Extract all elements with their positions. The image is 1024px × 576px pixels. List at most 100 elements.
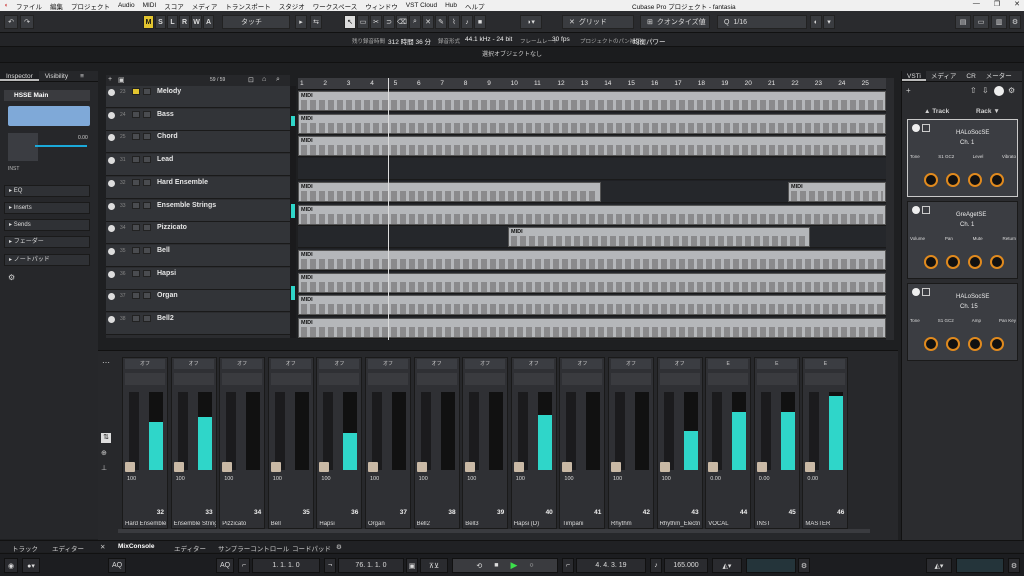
- track-mute-button[interactable]: [132, 246, 140, 254]
- minimize-icon[interactable]: —: [973, 0, 980, 8]
- menu-help[interactable]: ヘルプ: [461, 1, 489, 11]
- primary-time-display[interactable]: 4. 4. 3. 19: [576, 558, 646, 573]
- menu-media[interactable]: メディア: [188, 1, 222, 11]
- split-tool-icon[interactable]: ✂: [370, 15, 382, 29]
- midi-part[interactable]: MIDI: [788, 181, 886, 202]
- collapse-up-icon[interactable]: ⇧: [970, 86, 977, 95]
- menu-window[interactable]: ウィンドウ: [361, 1, 402, 11]
- inspector-track-name[interactable]: HSSE Main: [4, 90, 90, 101]
- close-tab-icon[interactable]: ✕: [100, 543, 105, 551]
- record-icon[interactable]: ○: [529, 562, 533, 569]
- instrument-name[interactable]: GreAgetSE: [956, 212, 986, 218]
- track-mute-button[interactable]: [132, 201, 140, 209]
- mixer-link-icon[interactable]: ⇅: [101, 433, 111, 443]
- channel-volume[interactable]: 100: [321, 476, 330, 482]
- channel-name[interactable]: Ensemble String: [174, 521, 216, 527]
- quick-control-knob[interactable]: [924, 337, 938, 351]
- channel-fader[interactable]: [517, 392, 528, 470]
- track-row[interactable]: 32 Hard Ensemble: [106, 176, 290, 199]
- track-edit-icon[interactable]: [108, 293, 115, 301]
- track-mute-button[interactable]: [132, 133, 140, 141]
- channel-fader[interactable]: [566, 392, 577, 470]
- channel-name[interactable]: Bell3: [465, 521, 507, 527]
- track-edit-icon[interactable]: [108, 225, 115, 233]
- midi-part[interactable]: MIDI: [298, 295, 886, 316]
- channel-name[interactable]: VOCAL: [708, 521, 750, 527]
- left-locator-icon[interactable]: ⌐: [238, 558, 250, 573]
- channel-volume[interactable]: 0.00: [807, 476, 818, 482]
- midi-part[interactable]: MIDI: [298, 249, 886, 270]
- track-edit-icon[interactable]: [108, 202, 115, 210]
- autoquantize-button[interactable]: AQ: [108, 558, 126, 573]
- track-search-icon[interactable]: ⌕: [276, 76, 280, 84]
- track-row[interactable]: 24 Bass: [106, 108, 290, 131]
- add-track-icon[interactable]: +: [108, 76, 112, 83]
- quick-control-knob[interactable]: [968, 337, 982, 351]
- inspector-volume-fader[interactable]: [35, 145, 87, 147]
- channel-mute-solo[interactable]: [562, 373, 603, 385]
- history-icon[interactable]: ↶: [4, 15, 18, 29]
- track-mute-button[interactable]: [132, 156, 140, 164]
- channel-volume[interactable]: 100: [224, 476, 233, 482]
- record-mode-icon[interactable]: ◉: [4, 558, 18, 573]
- track-home-icon[interactable]: ⌂: [262, 76, 266, 83]
- collapse-down-icon[interactable]: ⇩: [982, 86, 989, 95]
- channel-volume[interactable]: 100: [127, 476, 136, 482]
- channel-mute-solo[interactable]: [416, 373, 457, 385]
- tab-editor-left[interactable]: エディター: [52, 543, 84, 553]
- fader-handle[interactable]: [611, 462, 621, 472]
- track-lane[interactable]: MIDI: [298, 112, 886, 135]
- instrument-channel[interactable]: Ch. 1: [960, 222, 974, 228]
- channel-fader[interactable]: [226, 392, 237, 470]
- channel-mute-solo[interactable]: [659, 373, 700, 385]
- track-lane[interactable]: MIDI: [298, 271, 886, 294]
- track-mute-button[interactable]: [132, 224, 140, 232]
- midi-part[interactable]: MIDI: [298, 272, 886, 293]
- quick-control-knob[interactable]: [946, 173, 960, 187]
- close-icon[interactable]: ✕: [1014, 0, 1020, 8]
- track-row[interactable]: 37 Organ: [106, 290, 290, 313]
- section-fader[interactable]: ▸ フェーダー: [4, 236, 90, 248]
- midi-part[interactable]: MIDI: [508, 227, 810, 248]
- stop-icon[interactable]: ■: [494, 562, 498, 569]
- instrument-slot[interactable]: HALoSocSE Ch. 1 Tone S1 GC2 Level Vibrato: [907, 119, 1018, 197]
- channel-mute-solo[interactable]: [222, 373, 263, 385]
- maximize-icon[interactable]: ❐: [994, 0, 1000, 8]
- menu-project[interactable]: プロジェクト: [67, 1, 114, 11]
- midi-part[interactable]: MIDI: [298, 318, 886, 338]
- instrument-name[interactable]: HALoSocSE: [956, 294, 989, 300]
- fader-handle[interactable]: [173, 462, 184, 472]
- track-solo-button[interactable]: [143, 224, 151, 232]
- channel-mute-solo[interactable]: [805, 373, 846, 385]
- channel-name[interactable]: INST: [757, 521, 799, 527]
- tempo-field[interactable]: 165.000: [664, 558, 708, 573]
- track-solo-button[interactable]: [143, 201, 151, 209]
- channel-name[interactable]: Timpani: [562, 521, 604, 527]
- instrument-channel[interactable]: Ch. 1: [960, 140, 974, 146]
- quick-control-knob[interactable]: [924, 255, 938, 269]
- channel-fader[interactable]: [177, 392, 188, 470]
- track-solo-button[interactable]: [143, 292, 151, 300]
- channel-routing[interactable]: オフ: [513, 359, 554, 369]
- track-lane[interactable]: MIDI: [298, 317, 886, 339]
- channel-routing[interactable]: オフ: [659, 359, 700, 369]
- track-lane[interactable]: MIDI: [298, 135, 886, 158]
- track-lane[interactable]: MIDI: [298, 248, 886, 271]
- quick-control-knob[interactable]: [924, 173, 938, 187]
- channel-fader[interactable]: [615, 392, 625, 470]
- channel-volume[interactable]: 100: [662, 476, 671, 482]
- slot-edit-icon[interactable]: [922, 124, 930, 132]
- midi-part[interactable]: MIDI: [298, 136, 886, 157]
- track-edit-icon[interactable]: [108, 111, 115, 119]
- quantize-value-select[interactable]: Q 1/16: [717, 15, 807, 29]
- channel-mute-solo[interactable]: [465, 373, 506, 385]
- channel-volume[interactable]: 100: [516, 476, 525, 482]
- track-edit-icon[interactable]: [108, 316, 115, 323]
- mute-tool-icon[interactable]: ✕: [422, 15, 434, 29]
- color-menu-icon[interactable]: ◐: [810, 15, 822, 29]
- channel-volume[interactable]: 100: [467, 476, 476, 482]
- add-track-folder-icon[interactable]: ▣: [118, 76, 125, 84]
- click-icon[interactable]: ◭▾: [712, 558, 742, 573]
- quick-control-knob[interactable]: [946, 255, 960, 269]
- quantize-select[interactable]: ⊞ クオンタイズ値: [640, 15, 710, 29]
